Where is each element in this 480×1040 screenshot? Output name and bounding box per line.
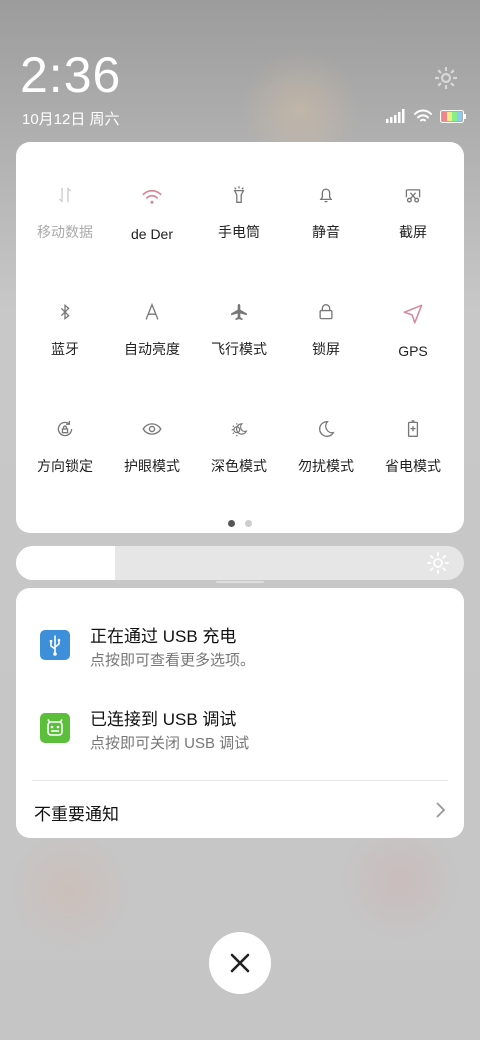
tile-label: 省电模式 xyxy=(385,458,441,474)
wifi-status-icon xyxy=(414,109,432,122)
tile-battery-saver[interactable]: 省电模式 xyxy=(369,376,457,476)
tile-label: 方向锁定 xyxy=(37,458,93,474)
tile-screenshot[interactable]: 截屏 xyxy=(369,142,457,242)
tile-label: 蓝牙 xyxy=(51,341,79,357)
notification-panel: 正在通过 USB 充电 点按即可查看更多选项。 已连接到 USB 调试 点按即可… xyxy=(16,588,464,838)
tile-wifi[interactable]: de Der xyxy=(108,142,196,242)
quick-settings-panel: 移动数据 de Der 手电筒 静音 截屏 蓝牙 自动亮度 飞行模式 锁屏 GP… xyxy=(16,142,464,533)
tile-gps[interactable]: GPS xyxy=(369,259,457,359)
notification-title: 正在通过 USB 充电 xyxy=(90,627,237,646)
close-button[interactable] xyxy=(209,932,271,994)
minor-notifications-label: 不重要通知 xyxy=(34,805,119,824)
tile-label: de Der xyxy=(130,226,174,242)
tile-eye-care[interactable]: 护眼模式 xyxy=(108,376,196,476)
battery-saver-icon xyxy=(407,420,419,437)
eye-icon xyxy=(142,423,162,435)
tile-bluetooth[interactable]: 蓝牙 xyxy=(21,259,109,359)
auto-brightness-icon xyxy=(145,302,159,320)
notification-subtitle: 点按即可查看更多选项。 xyxy=(90,652,256,669)
tile-rotation-lock[interactable]: 方向锁定 xyxy=(21,376,109,476)
android-debug-icon xyxy=(40,713,70,743)
tile-airplane[interactable]: 飞行模式 xyxy=(195,259,283,359)
brightness-slider[interactable] xyxy=(16,546,464,580)
mobile-data-icon xyxy=(59,187,71,203)
tile-label: 飞行模式 xyxy=(211,341,267,357)
close-icon xyxy=(230,953,250,973)
brightness-slider-fill xyxy=(16,546,115,580)
page-indicator xyxy=(228,520,252,527)
notification-usb-debugging[interactable]: 已连接到 USB 调试 点按即可关闭 USB 调试 xyxy=(16,703,464,765)
battery-icon xyxy=(440,109,466,123)
usb-icon xyxy=(40,630,70,660)
tile-do-not-disturb[interactable]: 勿扰模式 xyxy=(282,376,370,476)
page-dot-active xyxy=(228,520,235,527)
wifi-icon xyxy=(142,189,162,204)
bell-icon xyxy=(319,188,333,203)
tile-label: 移动数据 xyxy=(37,224,93,240)
notification-usb-charging[interactable]: 正在通过 USB 充电 点按即可查看更多选项。 xyxy=(16,620,464,682)
tile-dark-mode[interactable]: 深色模式 xyxy=(195,376,283,476)
tile-label: 手电筒 xyxy=(218,224,260,240)
date-label: 10月12日 周六 xyxy=(22,111,120,128)
notification-subtitle: 点按即可关闭 USB 调试 xyxy=(90,735,250,752)
gps-icon xyxy=(403,304,423,324)
bluetooth-icon xyxy=(60,304,70,320)
rotation-lock-icon xyxy=(57,420,73,437)
lock-icon xyxy=(319,304,333,320)
moon-icon xyxy=(319,421,335,437)
tile-lock-screen[interactable]: 锁屏 xyxy=(282,259,370,359)
notification-title: 已连接到 USB 调试 xyxy=(90,710,237,729)
tile-auto-brightness[interactable]: 自动亮度 xyxy=(108,259,196,359)
drag-handle[interactable] xyxy=(216,581,264,583)
dark-mode-icon xyxy=(231,423,248,437)
tile-label: 护眼模式 xyxy=(124,458,180,474)
chevron-right-icon xyxy=(436,802,446,818)
tile-label: 截屏 xyxy=(399,224,427,240)
sun-icon xyxy=(427,552,449,574)
signal-icon xyxy=(386,109,405,123)
clock: 2:36 xyxy=(20,47,122,103)
tile-label: 自动亮度 xyxy=(124,341,180,357)
minor-notifications-row[interactable]: 不重要通知 xyxy=(16,781,464,838)
tile-label: 深色模式 xyxy=(211,458,267,474)
page-dot xyxy=(245,520,252,527)
tile-flashlight[interactable]: 手电筒 xyxy=(195,142,283,242)
screenshot-icon xyxy=(405,189,421,203)
tile-label: GPS xyxy=(398,343,428,359)
tile-silent[interactable]: 静音 xyxy=(282,142,370,242)
airplane-icon xyxy=(231,303,247,321)
status-bar-icons xyxy=(386,108,466,124)
tile-label: 勿扰模式 xyxy=(298,458,354,474)
settings-gear-icon[interactable] xyxy=(432,64,460,92)
flashlight-icon xyxy=(233,186,245,203)
tile-mobile-data[interactable]: 移动数据 xyxy=(21,142,109,242)
tile-label: 锁屏 xyxy=(312,341,340,357)
tile-label: 静音 xyxy=(312,224,340,240)
